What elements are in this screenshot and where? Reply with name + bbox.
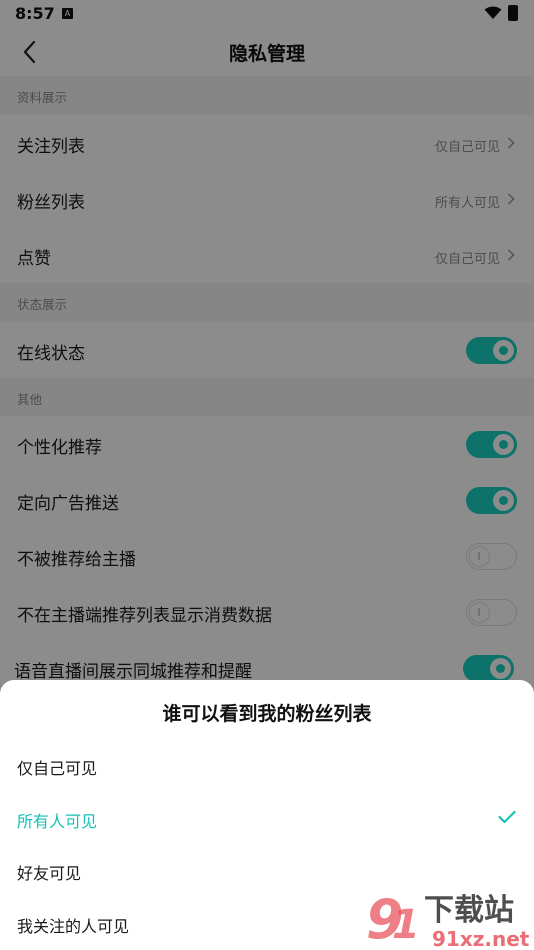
option-label: 我关注的人可见 (17, 917, 130, 936)
option-everyone[interactable]: 所有人可见 (0, 794, 534, 844)
option-only-me[interactable]: 仅自己可见 (0, 741, 534, 791)
option-label: 好友可见 (17, 864, 82, 883)
privacy-settings-page: 8:57 A 隐私管理 资料展示 关注列表 仅自己可见 粉丝列表 所有人可见 点… (0, 0, 534, 950)
svg-text:下载站: 下载站 (424, 893, 514, 928)
svg-text:91xz.net: 91xz.net (432, 927, 530, 950)
option-label: 所有人可见 (17, 812, 98, 831)
watermark-logo: 9 1 下载站 91xz.net (366, 888, 530, 950)
sheet-title: 谁可以看到我的粉丝列表 (162, 703, 372, 725)
option-label: 仅自己可见 (17, 759, 98, 778)
checkmark-icon (498, 810, 516, 824)
svg-text:1: 1 (392, 902, 420, 948)
